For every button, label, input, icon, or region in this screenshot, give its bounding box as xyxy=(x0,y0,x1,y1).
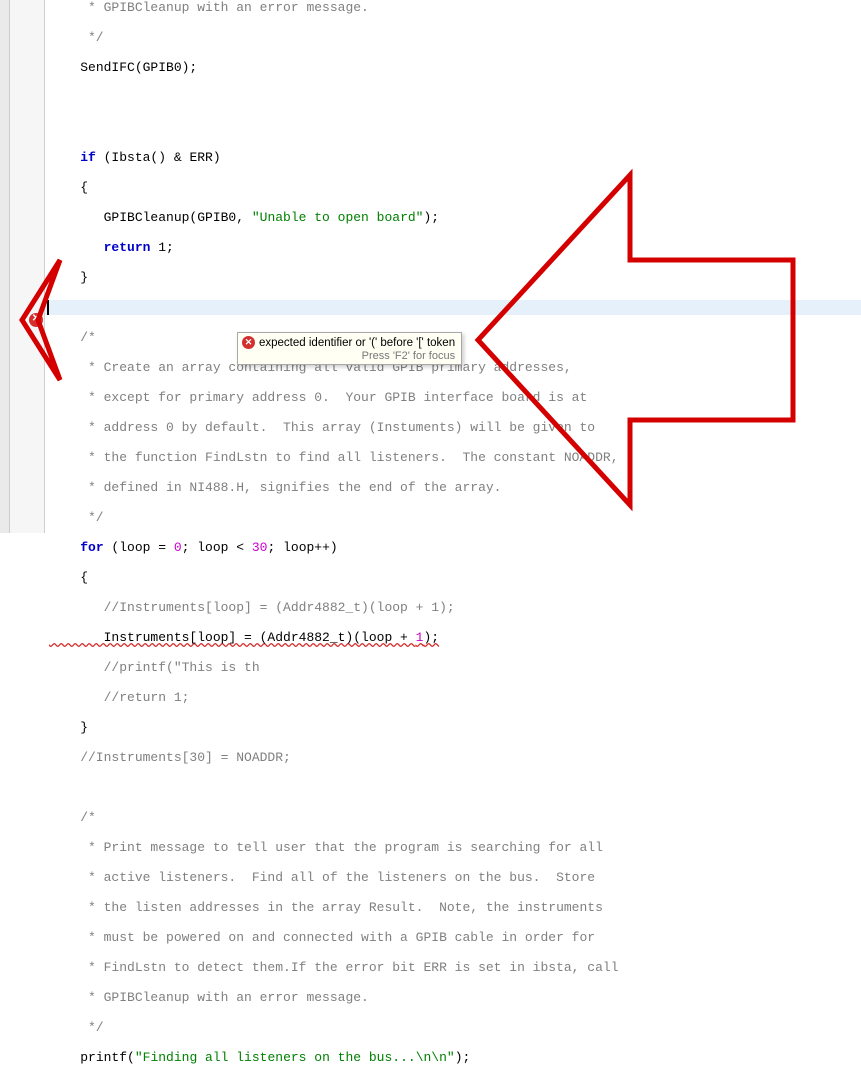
error-icon[interactable] xyxy=(29,313,43,327)
keyword-if: if xyxy=(80,150,96,165)
comment-line: */ xyxy=(49,30,104,45)
comment-line: * GPIBCleanup with an error message. xyxy=(49,990,369,1005)
comment-line: */ xyxy=(49,510,104,525)
text-cursor xyxy=(47,300,49,315)
code-text: (loop = xyxy=(104,540,174,555)
left-rail xyxy=(0,0,10,533)
editor-container: * GPIBCleanup with an error message. */ … xyxy=(0,0,861,533)
brace-line: { xyxy=(45,180,861,195)
keyword-for: for xyxy=(80,540,103,555)
comment-line: * the listen addresses in the array Resu… xyxy=(49,900,603,915)
keyword-return: return xyxy=(104,240,151,255)
brace-line: } xyxy=(45,270,861,285)
code-text: (GPIB0); xyxy=(135,60,197,75)
comment-line: */ xyxy=(49,1020,104,1035)
cursor-line xyxy=(45,300,861,315)
comment-line: * Print message to tell user that the pr… xyxy=(49,840,603,855)
number-literal: 30 xyxy=(252,540,268,555)
comment-line: * FindLstn to detect them.If the error b… xyxy=(49,960,619,975)
code-fn: printf xyxy=(80,1050,127,1065)
comment-line: //return 1; xyxy=(49,690,189,705)
comment-line: * the function FindLstn to find all list… xyxy=(49,450,619,465)
comment-line: * address 0 by default. This array (Inst… xyxy=(49,420,595,435)
comment-line: * GPIBCleanup with an error message. xyxy=(49,0,369,15)
code-text: (Ibsta() & ERR) xyxy=(96,150,221,165)
error-tooltip[interactable]: expected identifier or '(' before '[' to… xyxy=(237,332,462,365)
error-icon xyxy=(242,336,255,349)
comment-line: * defined in NI488.H, signifies the end … xyxy=(49,480,501,495)
number-literal: 0 xyxy=(174,540,182,555)
error-line: Instruments[loop] = (Addr4882_t)(loop + … xyxy=(49,630,439,645)
comment-line: /* xyxy=(49,810,96,825)
blank-line xyxy=(45,780,861,795)
comment-line: /* xyxy=(49,330,96,345)
tooltip-hint: Press 'F2' for focus xyxy=(242,350,455,362)
code-text: ; loop++) xyxy=(267,540,337,555)
comment-line: * must be powered on and connected with … xyxy=(49,930,595,945)
code-text: GPIBCleanup(GPIB0, xyxy=(49,210,252,225)
blank-line xyxy=(45,120,861,135)
comment-line: //Instruments[30] = NOADDR; xyxy=(49,750,291,765)
code-text: ; loop < xyxy=(182,540,252,555)
gutter[interactable] xyxy=(10,0,45,533)
code-text: 1; xyxy=(150,240,173,255)
code-block[interactable]: * GPIBCleanup with an error message. */ … xyxy=(45,0,861,1066)
comment-line: //Instruments[loop] = (Addr4882_t)(loop … xyxy=(49,600,455,615)
string-literal: "Finding all listeners on the bus...\n\n… xyxy=(135,1050,455,1065)
comment-line: * except for primary address 0. Your GPI… xyxy=(49,390,587,405)
code-text: ); xyxy=(423,210,439,225)
comment-line: * active listeners. Find all of the list… xyxy=(49,870,595,885)
code-area[interactable]: * GPIBCleanup with an error message. */ … xyxy=(45,0,861,533)
blank-line xyxy=(45,90,861,105)
string-literal: "Unable to open board" xyxy=(252,210,424,225)
tooltip-message: expected identifier or '(' before '[' to… xyxy=(259,337,455,349)
code-text: ); xyxy=(455,1050,471,1065)
comment-line: //printf("This is th xyxy=(49,660,260,675)
code-fn: SendIFC xyxy=(80,60,135,75)
brace-line: } xyxy=(45,720,861,735)
brace-line: { xyxy=(45,570,861,585)
